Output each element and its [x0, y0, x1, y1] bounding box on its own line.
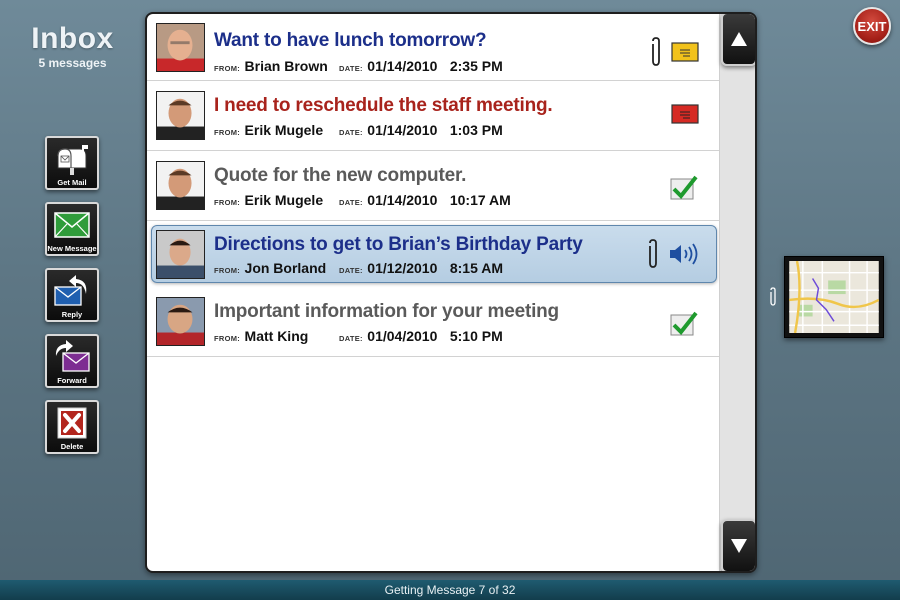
reply-label: Reply [61, 310, 83, 319]
message-status-icons [669, 173, 699, 201]
get-mail-button[interactable]: Get Mail [45, 136, 99, 190]
new-message-button[interactable]: New Message [45, 202, 99, 256]
get-mail-label: Get Mail [57, 178, 87, 187]
exit-button[interactable]: EXIT [853, 7, 891, 45]
message-sender: Brian Brown [244, 58, 328, 74]
message-subject: I need to reschedule the staff meeting. [214, 95, 553, 116]
message-sender: Matt King [244, 328, 309, 344]
envelope-red-icon [671, 104, 699, 124]
avatar [156, 91, 205, 140]
message-date: 01/14/2010 [367, 122, 438, 138]
message-status-icons [646, 238, 700, 270]
scroll-up-button[interactable] [721, 14, 755, 66]
message-subject: Want to have lunch tomorrow? [214, 30, 487, 51]
message-sender: Erik Mugele [244, 192, 324, 208]
message-subject: Directions to get to Brian’s Birthday Pa… [214, 234, 583, 255]
action-toolbar: Get Mail New Message Reply Forward Delet… [45, 136, 100, 466]
scrollbar-track[interactable] [719, 14, 755, 571]
message-time: 8:15 AM [449, 260, 503, 276]
message-count: 5 messages [38, 56, 107, 70]
message-list-panel: Want to have lunch tomorrow? FROM: Brian… [145, 12, 757, 573]
message-date: 01/14/2010 [367, 58, 438, 74]
message-meta: FROM: Jon Borland DATE: 01/12/2010 8:15 … [214, 260, 503, 278]
paperclip-icon [652, 37, 660, 66]
arrow-up-icon [731, 32, 747, 46]
message-row[interactable]: Quote for the new computer. FROM: Erik M… [147, 151, 719, 221]
mailbox-icon [57, 145, 88, 175]
message-time: 5:10 PM [449, 328, 503, 344]
date-label: DATE: [338, 128, 363, 137]
from-label: FROM: [214, 334, 241, 343]
avatar [156, 23, 205, 72]
checkmark-icon [670, 311, 698, 336]
message-row-selected[interactable]: Directions to get to Brian’s Birthday Pa… [151, 225, 717, 283]
envelope-green-icon [54, 212, 90, 238]
message-subject: Important information for your meeting [214, 301, 559, 322]
message-meta: FROM: Erik Mugele DATE: 01/14/2010 10:17… [214, 192, 511, 210]
avatar [156, 230, 205, 279]
reply-button[interactable]: Reply [45, 268, 99, 322]
message-date: 01/12/2010 [367, 260, 438, 276]
date-label: DATE: [338, 198, 363, 207]
message-time: 1:03 PM [449, 122, 503, 138]
map-attachment-thumbnail[interactable] [784, 256, 884, 338]
paperclip-icon [768, 287, 778, 312]
date-label: DATE: [338, 266, 363, 275]
page-title: Inbox [31, 22, 114, 55]
message-meta: FROM: Erik Mugele DATE: 01/14/2010 1:03 … [214, 122, 503, 140]
reply-icon [54, 275, 87, 306]
message-sender: Jon Borland [244, 260, 327, 276]
message-time: 10:17 AM [449, 192, 511, 208]
delete-icon [57, 407, 87, 439]
message-row[interactable]: Want to have lunch tomorrow? FROM: Brian… [147, 14, 719, 81]
message-status-icons [671, 103, 699, 125]
map-icon [789, 261, 879, 333]
delete-button[interactable]: Delete [45, 400, 99, 454]
avatar [156, 297, 205, 346]
avatar [156, 161, 205, 210]
message-time: 2:35 PM [449, 58, 503, 74]
checkmark-icon [670, 175, 698, 200]
from-label: FROM: [214, 198, 241, 207]
message-row[interactable]: I need to reschedule the staff meeting. … [147, 81, 719, 151]
speaker-icon [670, 243, 698, 265]
inbox-header: Inbox 5 messages [0, 22, 145, 70]
date-label: DATE: [338, 64, 363, 73]
message-meta: FROM: Matt King DATE: 01/04/2010 5:10 PM [214, 328, 503, 346]
paperclip-icon [649, 239, 657, 268]
message-subject: Quote for the new computer. [214, 165, 467, 186]
forward-button[interactable]: Forward [45, 334, 99, 388]
message-list: Want to have lunch tomorrow? FROM: Brian… [147, 14, 719, 357]
forward-label: Forward [57, 376, 87, 385]
message-status-icons [649, 36, 699, 68]
message-meta: FROM: Brian Brown DATE: 01/14/2010 2:35 … [214, 58, 503, 76]
from-label: FROM: [214, 64, 241, 73]
from-label: FROM: [214, 266, 241, 275]
scroll-down-button[interactable] [721, 519, 755, 571]
message-sender: Erik Mugele [244, 122, 324, 138]
date-label: DATE: [338, 334, 363, 343]
status-bar: Getting Message 7 of 32 [0, 580, 900, 600]
message-date: 01/14/2010 [367, 192, 438, 208]
message-date: 01/04/2010 [367, 328, 438, 344]
delete-label: Delete [60, 442, 84, 451]
forward-icon [55, 340, 90, 372]
envelope-yellow-icon [671, 42, 699, 62]
arrow-down-icon [731, 539, 747, 553]
new-message-label: New Message [47, 244, 97, 253]
message-status-icons [669, 309, 699, 337]
from-label: FROM: [214, 128, 241, 137]
message-row[interactable]: Important information for your meeting F… [147, 287, 719, 357]
